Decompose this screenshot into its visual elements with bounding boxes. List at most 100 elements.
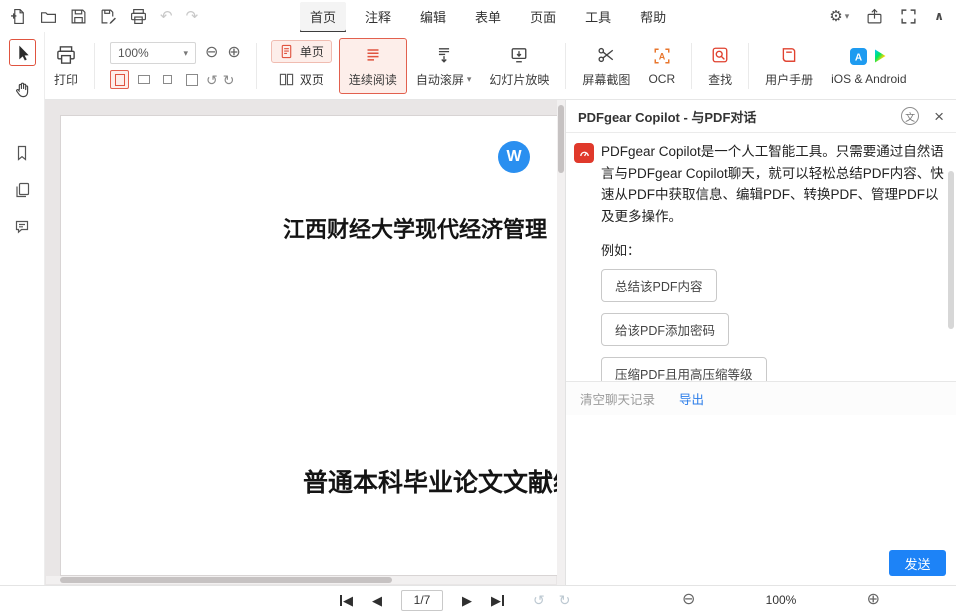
user-manual-label: 用户手册	[765, 71, 813, 88]
save-as-icon[interactable]	[100, 8, 117, 25]
ribbon-toolbar: 打印 100% ▾ ⊖ ⊕ ↺ ↻ 单页	[45, 32, 956, 100]
undo-icon[interactable]: ↶	[160, 9, 173, 24]
googleplay-icon	[872, 48, 888, 64]
print-icon[interactable]	[130, 8, 147, 25]
example-summarize-button[interactable]: 总结该PDF内容	[601, 269, 717, 302]
page-indicator[interactable]: 1/7	[401, 590, 443, 611]
last-page-button[interactable]: ▶	[491, 594, 504, 607]
comments-panel-button[interactable]	[9, 213, 36, 240]
zoom-out-button[interactable]: ⊖	[205, 45, 218, 61]
share-export-icon[interactable]	[866, 8, 883, 25]
example-compress-button[interactable]: 压缩PDF且用高压缩等级	[601, 357, 767, 381]
collapse-toolbar-icon[interactable]: ∧	[934, 9, 944, 23]
slideshow-button[interactable]: 幻灯片放映	[480, 39, 558, 93]
tab-page[interactable]: 页面	[520, 2, 566, 31]
next-glyph: ▶	[491, 594, 501, 607]
tab-help[interactable]: 帮助	[630, 2, 676, 31]
horizontal-scrollbar[interactable]	[46, 576, 556, 584]
thumbnails-panel-button[interactable]	[9, 176, 36, 203]
send-button[interactable]: 发送	[889, 550, 946, 576]
settings-gear-icon[interactable]: ⚙ ▾	[829, 7, 849, 25]
caret-down-icon: ▾	[467, 74, 472, 85]
document-logo: W	[498, 141, 530, 173]
appstore-icon: A	[850, 48, 867, 65]
page-navigation: ◀ ◀ 1/7 ▶ ▶ ↺ ↻	[340, 586, 570, 614]
pages-icon	[14, 182, 30, 198]
single-page-icon	[279, 44, 294, 59]
screenshot-button[interactable]: 屏幕截图	[573, 39, 639, 93]
rotate-left-button[interactable]: ↺	[206, 73, 218, 87]
copilot-avatar-icon	[574, 143, 594, 163]
next-page-button[interactable]: ▶	[462, 594, 472, 607]
printer-icon	[56, 44, 76, 66]
tab-form[interactable]: 表单	[465, 2, 511, 31]
save-icon[interactable]	[70, 8, 87, 25]
horizontal-scrollbar-thumb[interactable]	[60, 577, 392, 583]
ocr-button[interactable]: A OCR	[639, 40, 684, 91]
tab-tools[interactable]: 工具	[575, 2, 621, 31]
find-icon	[711, 44, 729, 66]
divider	[565, 43, 566, 89]
zoom-in-button[interactable]: ⊕	[867, 592, 880, 608]
auto-scroll-button[interactable]: 自动滚屏 ▾	[407, 39, 481, 93]
zoom-out-button[interactable]: ⊖	[682, 592, 695, 608]
pdf-page[interactable]: W 江西财经大学现代经济管理 普通本科毕业论文文献综	[60, 115, 565, 576]
example-password-button[interactable]: 给该PDF添加密码	[601, 313, 729, 346]
bookmarks-panel-button[interactable]	[9, 139, 36, 166]
new-file-icon[interactable]	[10, 8, 27, 25]
ocr-icon: A	[653, 45, 671, 67]
vertical-scrollbar[interactable]	[557, 100, 565, 585]
rotate-right-button[interactable]: ↻	[223, 73, 235, 87]
comment-icon	[14, 219, 30, 235]
clear-history-button[interactable]: 清空聊天记录	[580, 389, 655, 408]
rotate-left-page-button[interactable]: ↺	[533, 592, 545, 609]
vertical-scrollbar-thumb[interactable]	[558, 105, 564, 173]
tab-annotate[interactable]: 注释	[355, 2, 401, 31]
export-link[interactable]: 导出	[679, 389, 704, 408]
document-viewport[interactable]: W 江西财经大学现代经济管理 普通本科毕业论文文献综	[45, 100, 565, 585]
print-label: 打印	[54, 71, 78, 88]
open-folder-icon[interactable]	[40, 8, 57, 25]
rotate-buttons: ↺ ↻	[533, 592, 570, 609]
zoom-group: 100% ▾ ⊖ ⊕ ↺ ↻	[102, 42, 249, 89]
fit-visible-button[interactable]	[182, 70, 201, 89]
language-icon[interactable]: 文	[901, 107, 919, 125]
actual-size-button[interactable]	[158, 70, 177, 89]
fullscreen-icon[interactable]	[900, 8, 917, 25]
redo-icon[interactable]: ↷	[186, 9, 199, 24]
assistant-message-text: PDFgear Copilot是一个人工智能工具。只需要通过自然语言与PDFge…	[601, 141, 944, 227]
svg-text:A: A	[659, 51, 666, 61]
divider	[691, 43, 692, 89]
previous-page-button[interactable]: ◀	[372, 594, 382, 607]
fit-page-button[interactable]	[110, 70, 129, 89]
mobile-apps-icons: A	[850, 45, 888, 67]
tab-edit[interactable]: 编辑	[410, 2, 456, 31]
find-button[interactable]: 查找	[699, 39, 741, 93]
divider	[256, 43, 257, 89]
zoom-select[interactable]: 100% ▾	[110, 42, 196, 64]
auto-scroll-icon	[435, 44, 453, 66]
zoom-in-button[interactable]: ⊕	[227, 45, 240, 61]
hand-tool-button[interactable]	[9, 76, 36, 103]
copilot-header: PDFgear Copilot - 与PDF对话 文 ×	[566, 100, 956, 133]
caret-down-icon: ▾	[845, 11, 850, 22]
mobile-apps-button[interactable]: A iOS & Android	[822, 40, 915, 91]
single-page-button[interactable]: 单页	[271, 40, 332, 63]
bookmark-icon	[14, 145, 30, 161]
rotate-right-page-button[interactable]: ↻	[559, 592, 571, 609]
first-page-button[interactable]: ◀	[340, 594, 353, 607]
zoom-controls: ⊖ 100% ⊕	[682, 586, 880, 614]
tab-home[interactable]: 首页	[300, 2, 346, 31]
select-tool-button[interactable]	[9, 39, 36, 66]
fit-width-icon	[138, 75, 150, 84]
user-manual-button[interactable]: 用户手册	[756, 39, 822, 93]
continuous-reading-button[interactable]: 连续阅读	[339, 38, 407, 94]
double-page-button[interactable]: 双页	[271, 68, 332, 91]
copilot-scrollbar-thumb[interactable]	[948, 171, 954, 329]
double-page-icon	[279, 72, 294, 87]
fit-width-button[interactable]	[134, 70, 153, 89]
cursor-icon	[14, 44, 31, 61]
close-panel-icon[interactable]: ×	[934, 108, 944, 125]
print-button[interactable]: 打印	[45, 39, 87, 93]
continuous-reading-icon	[364, 44, 382, 66]
